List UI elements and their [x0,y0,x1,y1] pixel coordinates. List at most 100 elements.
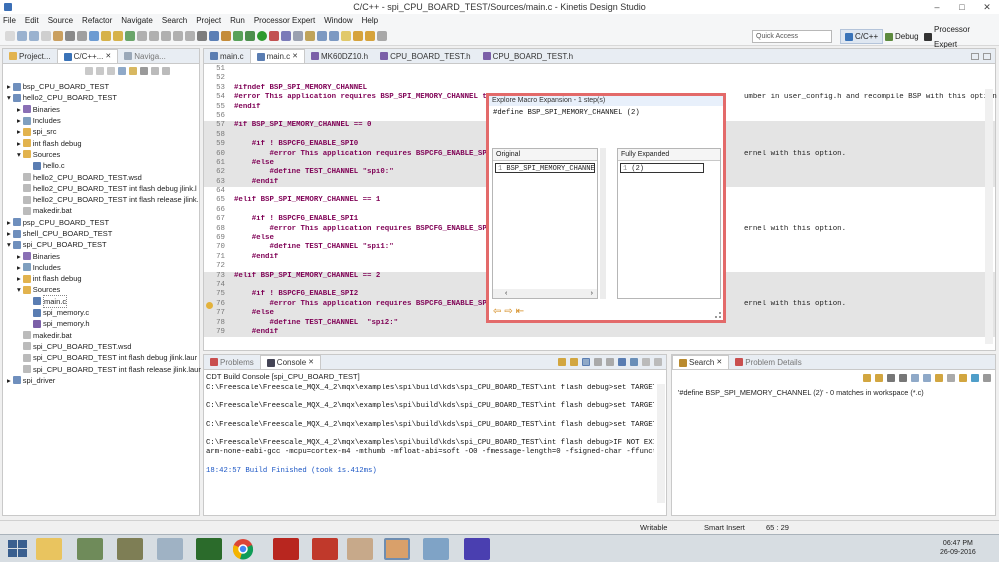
search-tool-icon[interactable] [221,31,231,41]
tree-item[interactable]: ▸ Includes [7,115,197,126]
tree-item[interactable]: main.c [7,294,197,308]
quick-access-input[interactable]: Quick Access [752,30,832,43]
cancel-search-icon[interactable] [947,374,955,382]
tab-problems[interactable]: Problems [204,355,260,369]
build-icon[interactable] [53,31,63,41]
tree-item[interactable]: ▸ bsp_CPU_BOARD_TEST [7,81,197,92]
scroll-right-icon[interactable]: › [591,289,593,298]
original-pane[interactable]: Original 1 BSP_SPI_MEMORY_CHANNE ‹ › [492,148,598,299]
acrobat-icon[interactable] [273,538,299,560]
tree-item[interactable]: spi_CPU_BOARD_TEST int flash release jli… [7,363,201,374]
scroll-lock-icon[interactable] [558,358,566,366]
search-history-icon[interactable] [959,374,967,382]
collapse-all-icon[interactable] [923,374,931,382]
start-button[interactable] [5,538,31,560]
prev-match-icon[interactable] [875,374,883,382]
menu-refactor[interactable]: Refactor [82,14,112,27]
brush-icon[interactable] [117,538,143,560]
clock[interactable]: 06:47 PM 26-09-2016 [940,539,976,557]
perspective-processor-expert[interactable]: Processor Expert [920,25,999,49]
pin-icon[interactable] [570,358,578,366]
tree-item[interactable]: ▸ Includes [7,262,197,273]
editor-minimize-icon[interactable] [971,53,979,60]
save-icon[interactable] [17,31,27,41]
menu-window[interactable]: Window [324,14,352,27]
chip-icon[interactable] [209,31,219,41]
new-class-icon[interactable] [233,31,243,41]
minimize-view-icon[interactable] [642,358,650,366]
close-icon[interactable]: ✕ [308,356,314,369]
close-icon[interactable]: ✕ [716,356,722,369]
display-console-icon[interactable] [618,358,626,366]
step-return-icon[interactable] [185,31,195,41]
paint-icon[interactable] [464,538,490,560]
pane-sash[interactable] [600,148,606,299]
close-icon[interactable]: ✕ [292,50,298,63]
tab-navigator[interactable]: Naviga... [118,49,172,63]
tab-main-c-1[interactable]: main.c [204,49,250,63]
open-console-icon[interactable] [630,358,638,366]
tree-item[interactable]: ▾ Sources [7,149,197,160]
annotation-next-icon[interactable] [317,31,327,41]
step-first-icon[interactable]: ⇤ [516,306,524,317]
tree-item[interactable]: ▸ int flash debug [7,273,197,284]
tree-item[interactable]: ▸ spi_driver [7,375,197,386]
close-icon[interactable]: ✕ [105,50,111,63]
up-icon[interactable] [107,67,115,75]
tree-item[interactable]: hello2_CPU_BOARD_TEST int flash release … [7,194,199,205]
tree-item[interactable]: ▸ Binaries [7,104,197,115]
close-button[interactable]: ✕ [975,0,999,14]
console-vertical-scrollbar[interactable] [657,384,665,503]
tree-item[interactable]: ▸ shell_CPU_BOARD_TEST [7,228,197,239]
hammer-icon[interactable] [65,31,75,41]
collapse-all-icon[interactable] [118,67,126,75]
link-editor-icon[interactable] [129,67,137,75]
gear-icon[interactable] [197,31,207,41]
clear-console-icon[interactable] [582,358,590,366]
tab-mk60dz10-h[interactable]: MK60DZ10.h [305,49,374,63]
remove-all-icon[interactable] [899,374,907,382]
back-icon[interactable] [353,31,363,41]
tree-item[interactable]: ▸ spi_src [7,126,197,137]
tree-item[interactable]: makedir.bat [7,330,197,341]
console-output[interactable]: C:\Freescale\Freescale_MQX_4_2\mqx\examp… [206,384,654,513]
step-icon[interactable] [161,31,171,41]
open-type-icon[interactable] [281,31,291,41]
maximize-button[interactable]: □ [950,0,974,14]
step-forward-icon[interactable]: ⇨ [504,306,512,317]
menu-processor-expert[interactable]: Processor Expert [254,14,315,27]
external-tools-icon[interactable] [269,31,279,41]
debug-config-icon[interactable] [125,31,135,41]
kinetis-design-studio-icon[interactable] [384,538,410,560]
annotation-prev-icon[interactable] [329,31,339,41]
back-icon[interactable] [85,67,93,75]
tools-icon[interactable] [77,538,103,560]
stop-icon[interactable] [149,31,159,41]
tree-item[interactable]: ▸ Binaries [7,250,197,261]
run-search-icon[interactable] [935,374,943,382]
tree-item[interactable]: hello2_CPU_BOARD_TEST.wsd [7,171,197,182]
last-edit-icon[interactable] [377,31,387,41]
minimize-view-icon[interactable] [151,67,159,75]
pe-icon[interactable] [101,31,111,41]
pdf-icon[interactable] [312,538,338,560]
tab-cpp-projects[interactable]: C/C++... ✕ [56,49,119,63]
refresh-icon[interactable] [89,31,99,41]
tree-item[interactable]: spi_CPU_BOARD_TEST.wsd [7,341,197,352]
tree-item[interactable]: spi_memory.c [7,307,197,318]
menu-search[interactable]: Search [162,14,187,27]
tree-item[interactable]: ▾ Sources [7,284,197,295]
remove-match-icon[interactable] [887,374,895,382]
copy-icon[interactable] [606,358,614,366]
print-icon[interactable] [41,31,51,41]
tree-item[interactable]: ▸ int flash debug [7,137,197,148]
resize-grip-icon[interactable] [715,312,721,318]
original-line[interactable]: 1 BSP_SPI_MEMORY_CHANNE [495,163,595,173]
original-horizontal-scrollbar[interactable]: ‹ › [493,289,597,298]
expanded-pane[interactable]: Fully Expanded 1 (2) [617,148,721,299]
editor-maximize-icon[interactable] [983,53,991,60]
network-icon[interactable] [423,538,449,560]
system-tray-icons[interactable] [855,544,920,554]
warning-marker-icon[interactable] [206,302,213,309]
pe2-icon[interactable] [113,31,123,41]
